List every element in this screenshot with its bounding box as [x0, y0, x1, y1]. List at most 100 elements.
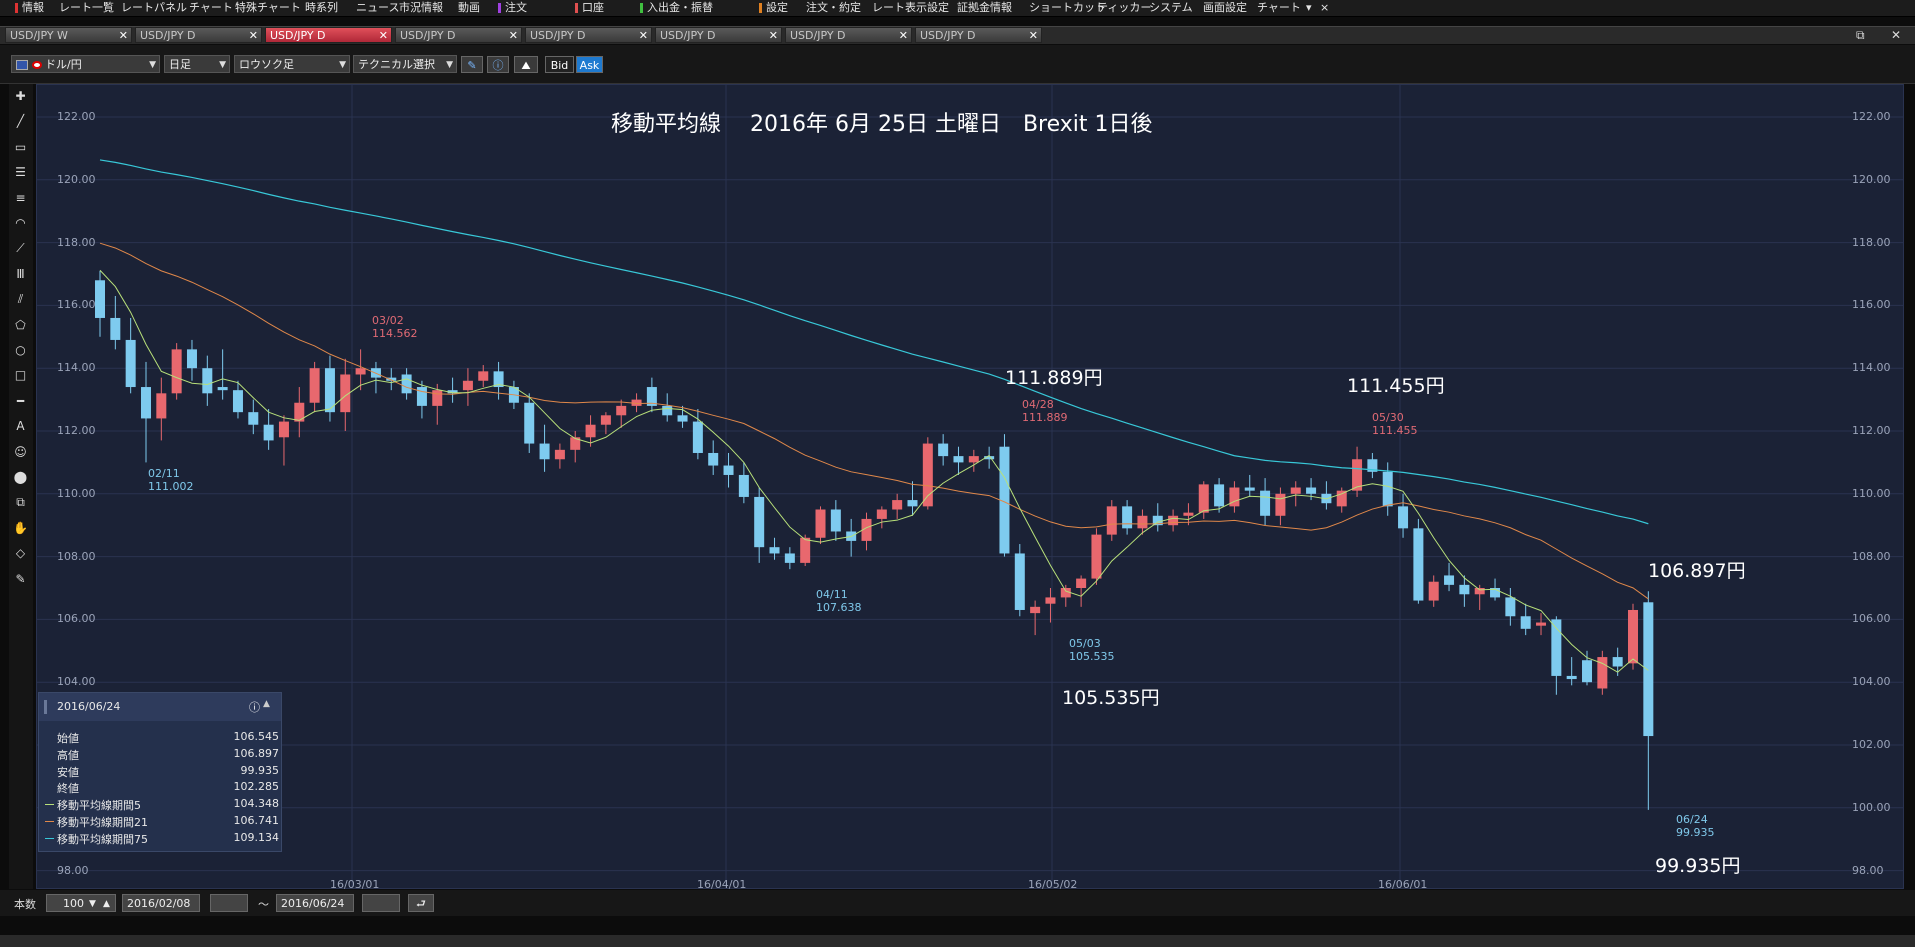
candle-body [1428, 581, 1439, 601]
info-date: 2016/06/24 [57, 700, 121, 713]
info-icon[interactable]: ⓘ [249, 699, 260, 715]
info-row-label: 終値 [57, 782, 79, 796]
candle-body [110, 317, 121, 340]
extreme-mark: 02/11 111.002 [148, 467, 194, 493]
count-up-icon[interactable]: ▲ [103, 895, 110, 913]
y-axis-tick-left: 98.00 [57, 863, 89, 877]
candle-body [1643, 602, 1654, 737]
candle-body [1536, 622, 1547, 626]
candle-body [1183, 512, 1194, 516]
from-time-input[interactable] [210, 894, 248, 912]
candle-body [662, 405, 673, 416]
info-row-value: 106.545 [233, 730, 280, 743]
price-annotation: 111.889円 [1005, 367, 1103, 389]
candle-body [95, 280, 105, 318]
candle-body [907, 500, 918, 507]
collapse-icon[interactable]: ▲ [263, 699, 270, 709]
candle-body [1474, 588, 1485, 595]
info-row: 移動平均線期間75 109.134 [45, 831, 311, 847]
candle-body [1582, 660, 1593, 683]
extreme-mark-date: 04/11 [816, 588, 848, 601]
extreme-mark: 03/02 114.562 [372, 314, 418, 340]
y-axis-tick-left: 120.00 [57, 172, 96, 186]
candle-body [1444, 575, 1455, 585]
candle-body [677, 415, 688, 422]
candle-body [815, 509, 826, 538]
candle-body [953, 456, 964, 463]
candle-body [1198, 484, 1209, 513]
extreme-mark-date: 06/24 [1676, 813, 1708, 826]
extreme-mark-date: 04/28 [1022, 398, 1054, 411]
info-row: 安値 99.935 [57, 764, 311, 780]
candle-body [1244, 487, 1255, 491]
apply-range-button[interactable]: ⮐ [408, 894, 434, 912]
candle-body [478, 371, 489, 381]
candle-body [830, 509, 841, 532]
candle-body [708, 452, 719, 466]
series-swatch-icon [45, 821, 54, 822]
ohlc-info-panel: 2016/06/24 ⓘ ▲ 始値 106.545 高値 106.897 安値 99.93… [38, 692, 282, 852]
candle-body [968, 456, 979, 463]
candle-body [1336, 490, 1347, 507]
y-axis-tick-right: 106.00 [1852, 612, 1891, 626]
extreme-mark-value: 111.889 [1022, 411, 1068, 424]
candle-body [876, 509, 887, 519]
candle-body [1106, 506, 1117, 535]
count-input[interactable]: 100 ▼ ▲ [46, 894, 116, 912]
y-axis-tick-right: 98.00 [1852, 863, 1884, 877]
extreme-mark: 06/24 99.935 [1676, 813, 1715, 839]
extreme-mark: 05/03 105.535 [1069, 637, 1115, 663]
candle-body [171, 349, 182, 394]
candle-body [692, 421, 703, 453]
info-row-value: 106.741 [233, 814, 280, 827]
candle-body [1137, 515, 1148, 529]
candle-body [1459, 584, 1470, 595]
count-value: 100 [63, 897, 84, 910]
candle-body [539, 443, 550, 460]
candle-body [769, 547, 780, 554]
candle-body [1628, 609, 1638, 664]
candle-body [462, 380, 473, 391]
info-row-label: 安値 [57, 765, 79, 779]
y-axis-tick-left: 104.00 [57, 675, 96, 689]
candle-body [355, 368, 366, 375]
to-date-input[interactable]: 2016/06/24 [276, 894, 354, 912]
candle-body [309, 368, 320, 403]
extreme-mark: 04/28 111.889 [1022, 398, 1068, 424]
price-annotation: 106.897円 [1648, 560, 1746, 582]
extreme-mark-date: 05/03 [1069, 637, 1101, 650]
extreme-mark-value: 114.562 [372, 327, 418, 340]
to-time-input[interactable] [362, 894, 400, 912]
y-axis-tick-right: 102.00 [1852, 738, 1891, 751]
candle-body [800, 537, 811, 563]
y-axis-tick-left: 118.00 [57, 235, 96, 249]
info-row-value: 102.285 [233, 780, 280, 794]
candle-body [1091, 534, 1102, 579]
y-axis-tick-left: 108.00 [57, 549, 96, 563]
y-axis-tick-right: 104.00 [1852, 675, 1891, 689]
y-axis-tick-right: 112.00 [1852, 424, 1891, 437]
candle-body [1076, 578, 1087, 588]
y-axis-tick-left: 112.00 [57, 424, 96, 437]
candle-body [416, 387, 427, 406]
info-row-label: 始値 [57, 732, 79, 745]
candle-body [1214, 484, 1225, 507]
info-row-value: 99.935 [240, 763, 280, 777]
y-axis-tick-right: 110.00 [1852, 486, 1891, 500]
count-down-icon[interactable]: ▼ [89, 895, 96, 913]
info-grip-icon [44, 700, 47, 714]
range-tilde: ～ [258, 898, 269, 911]
candle-body [554, 449, 565, 460]
series-swatch-icon [45, 804, 54, 806]
count-label: 本数 [14, 898, 36, 911]
candle-body [1505, 597, 1516, 617]
info-row-label: 移動平均線期間75 [57, 832, 148, 846]
info-row: 移動平均線期間5 104.348 [45, 797, 311, 813]
candle-body [754, 496, 765, 548]
extreme-mark: 05/30 111.455 [1372, 411, 1418, 437]
info-row-label: 移動平均線期間5 [57, 799, 141, 813]
candle-body [140, 387, 151, 419]
candle-body [278, 421, 289, 438]
from-date-input[interactable]: 2016/02/08 [122, 894, 200, 912]
candle-body [1045, 597, 1056, 604]
